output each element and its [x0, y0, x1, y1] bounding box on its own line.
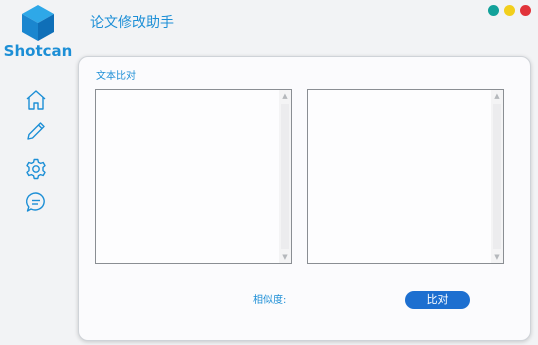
right-text-area[interactable]: ▲ ▼ [307, 89, 504, 264]
scroll-up-arrow-icon[interactable]: ▲ [279, 90, 291, 102]
cube-logo-icon [22, 5, 54, 41]
sidebar: Shotcan [0, 0, 72, 345]
window-close-button[interactable] [520, 5, 531, 16]
compare-button[interactable]: 比对 [405, 291, 470, 309]
brand-name: Shotcan [3, 42, 73, 60]
panel-title: 文本比对 [96, 71, 136, 82]
pencil-icon[interactable] [24, 119, 48, 143]
scroll-down-arrow-icon[interactable]: ▼ [279, 251, 291, 263]
gear-icon[interactable] [24, 157, 48, 181]
window-minimize-button[interactable] [504, 5, 515, 16]
left-text-area[interactable]: ▲ ▼ [95, 89, 292, 264]
scroll-thumb[interactable] [281, 104, 289, 249]
text-compare-panel: 文本比对 ▲ ▼ ▲ ▼ 相似度: 比对 [78, 56, 531, 341]
scroll-up-arrow-icon[interactable]: ▲ [491, 90, 503, 102]
similarity-label: 相似度: [253, 291, 286, 306]
scroll-thumb[interactable] [493, 104, 501, 249]
chat-icon[interactable] [24, 190, 48, 214]
similarity-label-text: 相似度: [253, 295, 287, 306]
window-teal-button[interactable] [488, 5, 499, 16]
app-title: 论文修改助手 [90, 15, 174, 31]
right-scrollbar[interactable]: ▲ ▼ [491, 90, 503, 263]
left-scrollbar[interactable]: ▲ ▼ [279, 90, 291, 263]
scroll-down-arrow-icon[interactable]: ▼ [491, 251, 503, 263]
home-icon[interactable] [24, 88, 48, 112]
